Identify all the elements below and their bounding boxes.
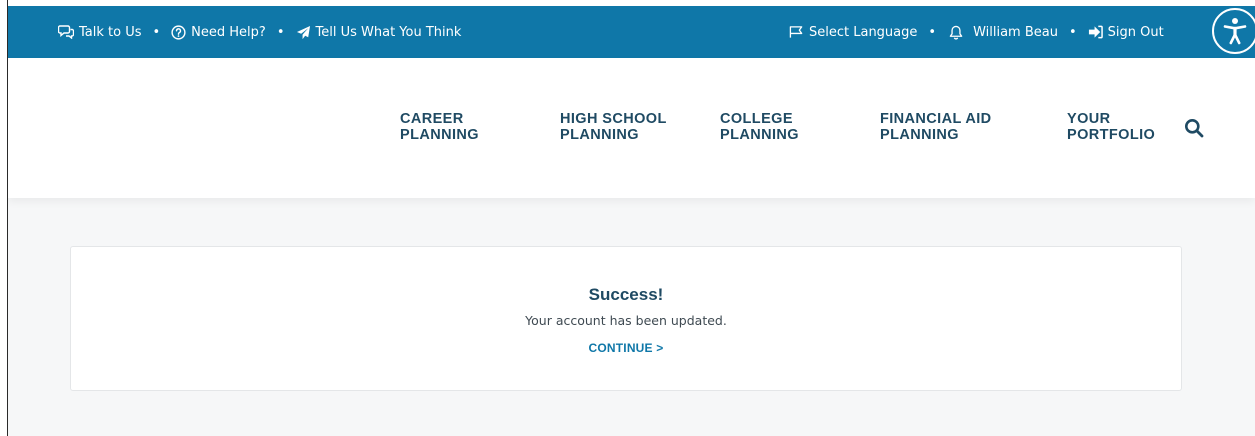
select-language-link[interactable]: Select Language: [789, 25, 917, 40]
chat-icon: [58, 25, 74, 39]
talk-to-us-label: Talk to Us: [79, 24, 142, 40]
nav-college-planning[interactable]: COLLEGE PLANNING: [720, 111, 799, 143]
sign-out-icon: [1088, 25, 1103, 39]
success-title: Success!: [588, 285, 664, 304]
continue-link[interactable]: CONTINUE >: [71, 341, 1181, 355]
talk-to-us-link[interactable]: Talk to Us: [58, 25, 142, 40]
success-message: Your account has been updated.: [525, 313, 727, 328]
user-notifications-link[interactable]: William Beau: [947, 25, 1058, 40]
sign-out-label: Sign Out: [1107, 24, 1164, 40]
feedback-link[interactable]: Tell Us What You Think: [296, 24, 462, 40]
main-navigation: CAREER PLANNING HIGH SCHOOL PLANNING COL…: [8, 58, 1255, 198]
separator-dot: •: [1068, 24, 1077, 40]
feedback-label: Tell Us What You Think: [315, 24, 462, 40]
sign-out-button[interactable]: Sign Out: [1088, 25, 1164, 40]
separator-dot: •: [276, 24, 285, 40]
select-language-label: Select Language: [809, 24, 918, 40]
flag-icon: [789, 26, 803, 38]
window-frame-top: [0, 0, 1255, 6]
accessibility-icon: [1223, 18, 1247, 45]
paper-plane-icon: [296, 25, 310, 39]
search-button[interactable]: [1184, 118, 1204, 142]
search-icon: [1185, 119, 1204, 138]
separator-dot: •: [152, 24, 161, 40]
nav-financial-aid-planning[interactable]: FINANCIAL AID PLANNING: [880, 111, 992, 143]
window-frame-left: [0, 0, 8, 436]
nav-your-portfolio[interactable]: YOUR PORTFOLIO: [1067, 111, 1155, 143]
nav-high-school-planning[interactable]: HIGH SCHOOL PLANNING: [560, 111, 667, 143]
utility-left-group: Talk to Us • Need Help? • Tell Us What Y…: [58, 25, 461, 40]
utility-right-group: Select Language • William Beau • Sign Ou…: [789, 6, 1164, 58]
accessibility-button[interactable]: [1212, 8, 1255, 54]
nav-career-planning[interactable]: CAREER PLANNING: [400, 111, 479, 143]
need-help-label: Need Help?: [191, 24, 266, 40]
bell-icon: [949, 25, 963, 40]
user-name-label: William Beau: [973, 24, 1058, 40]
help-circle-icon: [171, 24, 186, 40]
separator-dot: •: [928, 24, 937, 40]
need-help-link[interactable]: Need Help?: [171, 25, 266, 40]
success-card: Success! Your account has been updated. …: [70, 246, 1182, 391]
utility-bar: Talk to Us • Need Help? • Tell Us What Y…: [8, 6, 1255, 58]
